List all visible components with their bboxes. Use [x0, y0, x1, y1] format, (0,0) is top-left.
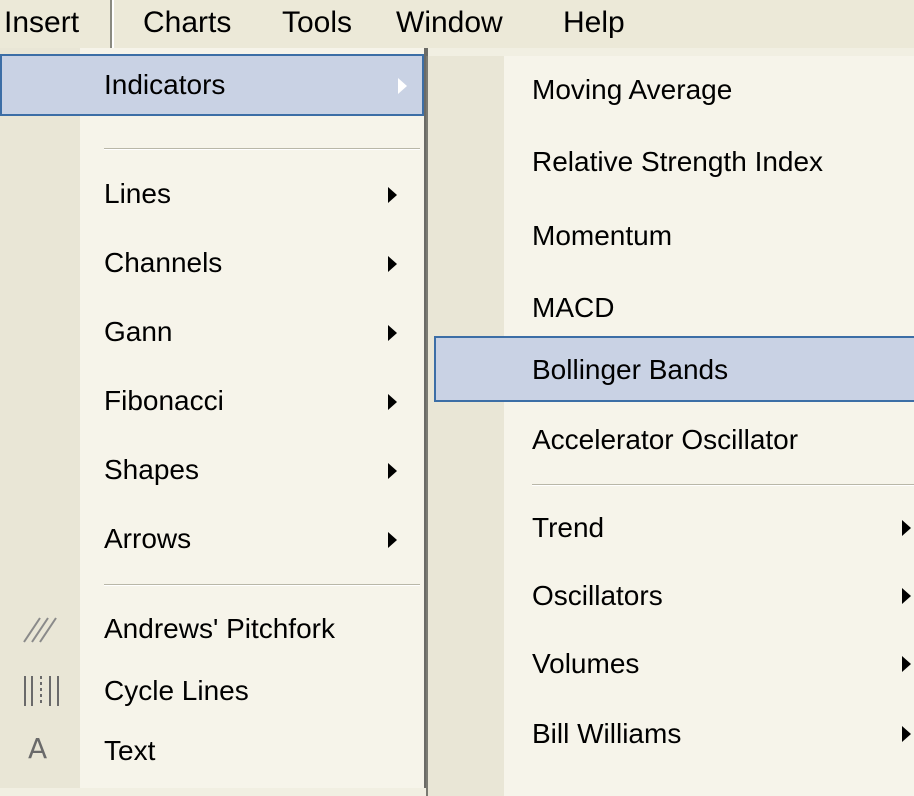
menu-item-label: Accelerator Oscillator — [532, 424, 799, 455]
submenu-arrow-icon — [388, 463, 397, 479]
menu-item-label: Fibonacci — [104, 385, 224, 416]
cycle-lines-icon — [24, 676, 59, 706]
submenu-item-bollinger-bands[interactable]: Bollinger Bands — [434, 336, 914, 402]
menu-item-label: Momentum — [532, 220, 673, 251]
submenu-arrow-icon — [902, 588, 911, 604]
submenu-arrow-icon — [398, 78, 407, 94]
indicators-submenu: Moving Average Relative Strength Index M… — [426, 56, 914, 796]
menu-item-label: Andrews' Pitchfork — [104, 613, 335, 644]
menu-tools[interactable]: Tools — [282, 0, 352, 48]
submenu-arrow-icon — [388, 256, 397, 272]
pitchfork-icon — [23, 617, 57, 643]
menu-separator — [104, 148, 420, 150]
submenu-item-macd[interactable]: MACD — [428, 274, 914, 342]
menu-item-label: Relative Strength Index — [532, 146, 824, 177]
menu-item-lines[interactable]: Lines — [0, 163, 424, 225]
submenu-item-accelerator-oscillator[interactable]: Accelerator Oscillator — [428, 406, 914, 474]
submenu-item-momentum[interactable]: Momentum — [428, 202, 914, 270]
submenu-item-volumes[interactable]: Volumes — [428, 630, 914, 698]
menu-item-text[interactable]: A Text — [0, 720, 424, 782]
menu-item-label: Arrows — [104, 523, 192, 554]
submenu-arrow-icon — [388, 325, 397, 341]
menu-item-channels[interactable]: Channels — [0, 232, 424, 294]
menu-separator — [104, 584, 420, 586]
submenu-item-relative-strength-index[interactable]: Relative Strength Index — [428, 128, 914, 196]
submenu-arrow-icon — [388, 394, 397, 410]
menu-help[interactable]: Help — [563, 0, 625, 48]
menu-item-label: Shapes — [104, 454, 199, 485]
menu-item-label: Text — [104, 735, 156, 766]
submenu-arrow-icon — [388, 532, 397, 548]
submenu-arrow-icon — [902, 520, 911, 536]
menu-item-label: Channels — [104, 247, 223, 278]
menu-window[interactable]: Window — [396, 0, 503, 48]
menu-item-andrews-pitchfork[interactable]: Andrews' Pitchfork — [0, 598, 424, 660]
menu-item-label: Cycle Lines — [104, 675, 249, 706]
menubar: Insert Charts Tools Window Help — [0, 0, 914, 48]
menu-item-label: Oscillators — [532, 580, 663, 611]
menu-item-gann[interactable]: Gann — [0, 301, 424, 363]
menu-item-arrows[interactable]: Arrows — [0, 508, 424, 570]
insert-dropdown: Indicators Lines Channels Gann Fibonacci… — [0, 48, 428, 788]
menu-item-label: Gann — [104, 316, 173, 347]
submenu-item-bill-williams[interactable]: Bill Williams — [428, 700, 914, 768]
text-icon: A — [28, 732, 48, 765]
menu-item-label: Moving Average — [532, 74, 733, 105]
submenu-item-moving-average[interactable]: Moving Average — [428, 56, 914, 124]
menu-item-label: Indicators — [104, 69, 226, 100]
menu-item-shapes[interactable]: Shapes — [0, 439, 424, 501]
submenu-item-trend[interactable]: Trend — [428, 494, 914, 562]
menu-item-label: Bollinger Bands — [532, 354, 729, 385]
menu-item-fibonacci[interactable]: Fibonacci — [0, 370, 424, 432]
submenu-arrow-icon — [902, 656, 911, 672]
menu-item-label: MACD — [532, 292, 615, 323]
menu-charts[interactable]: Charts — [143, 0, 231, 48]
menu-item-indicators[interactable]: Indicators — [0, 54, 424, 116]
menu-item-label: Bill Williams — [532, 718, 682, 749]
menu-insert[interactable]: Insert — [0, 0, 114, 48]
submenu-item-oscillators[interactable]: Oscillators — [428, 562, 914, 630]
menu-item-label: Trend — [532, 512, 605, 543]
submenu-arrow-icon — [388, 187, 397, 203]
menu-item-cycle-lines[interactable]: Cycle Lines — [0, 660, 424, 722]
menu-separator — [532, 484, 914, 486]
menu-item-label: Lines — [104, 178, 171, 209]
submenu-arrow-icon — [902, 726, 911, 742]
menu-item-label: Volumes — [532, 648, 640, 679]
